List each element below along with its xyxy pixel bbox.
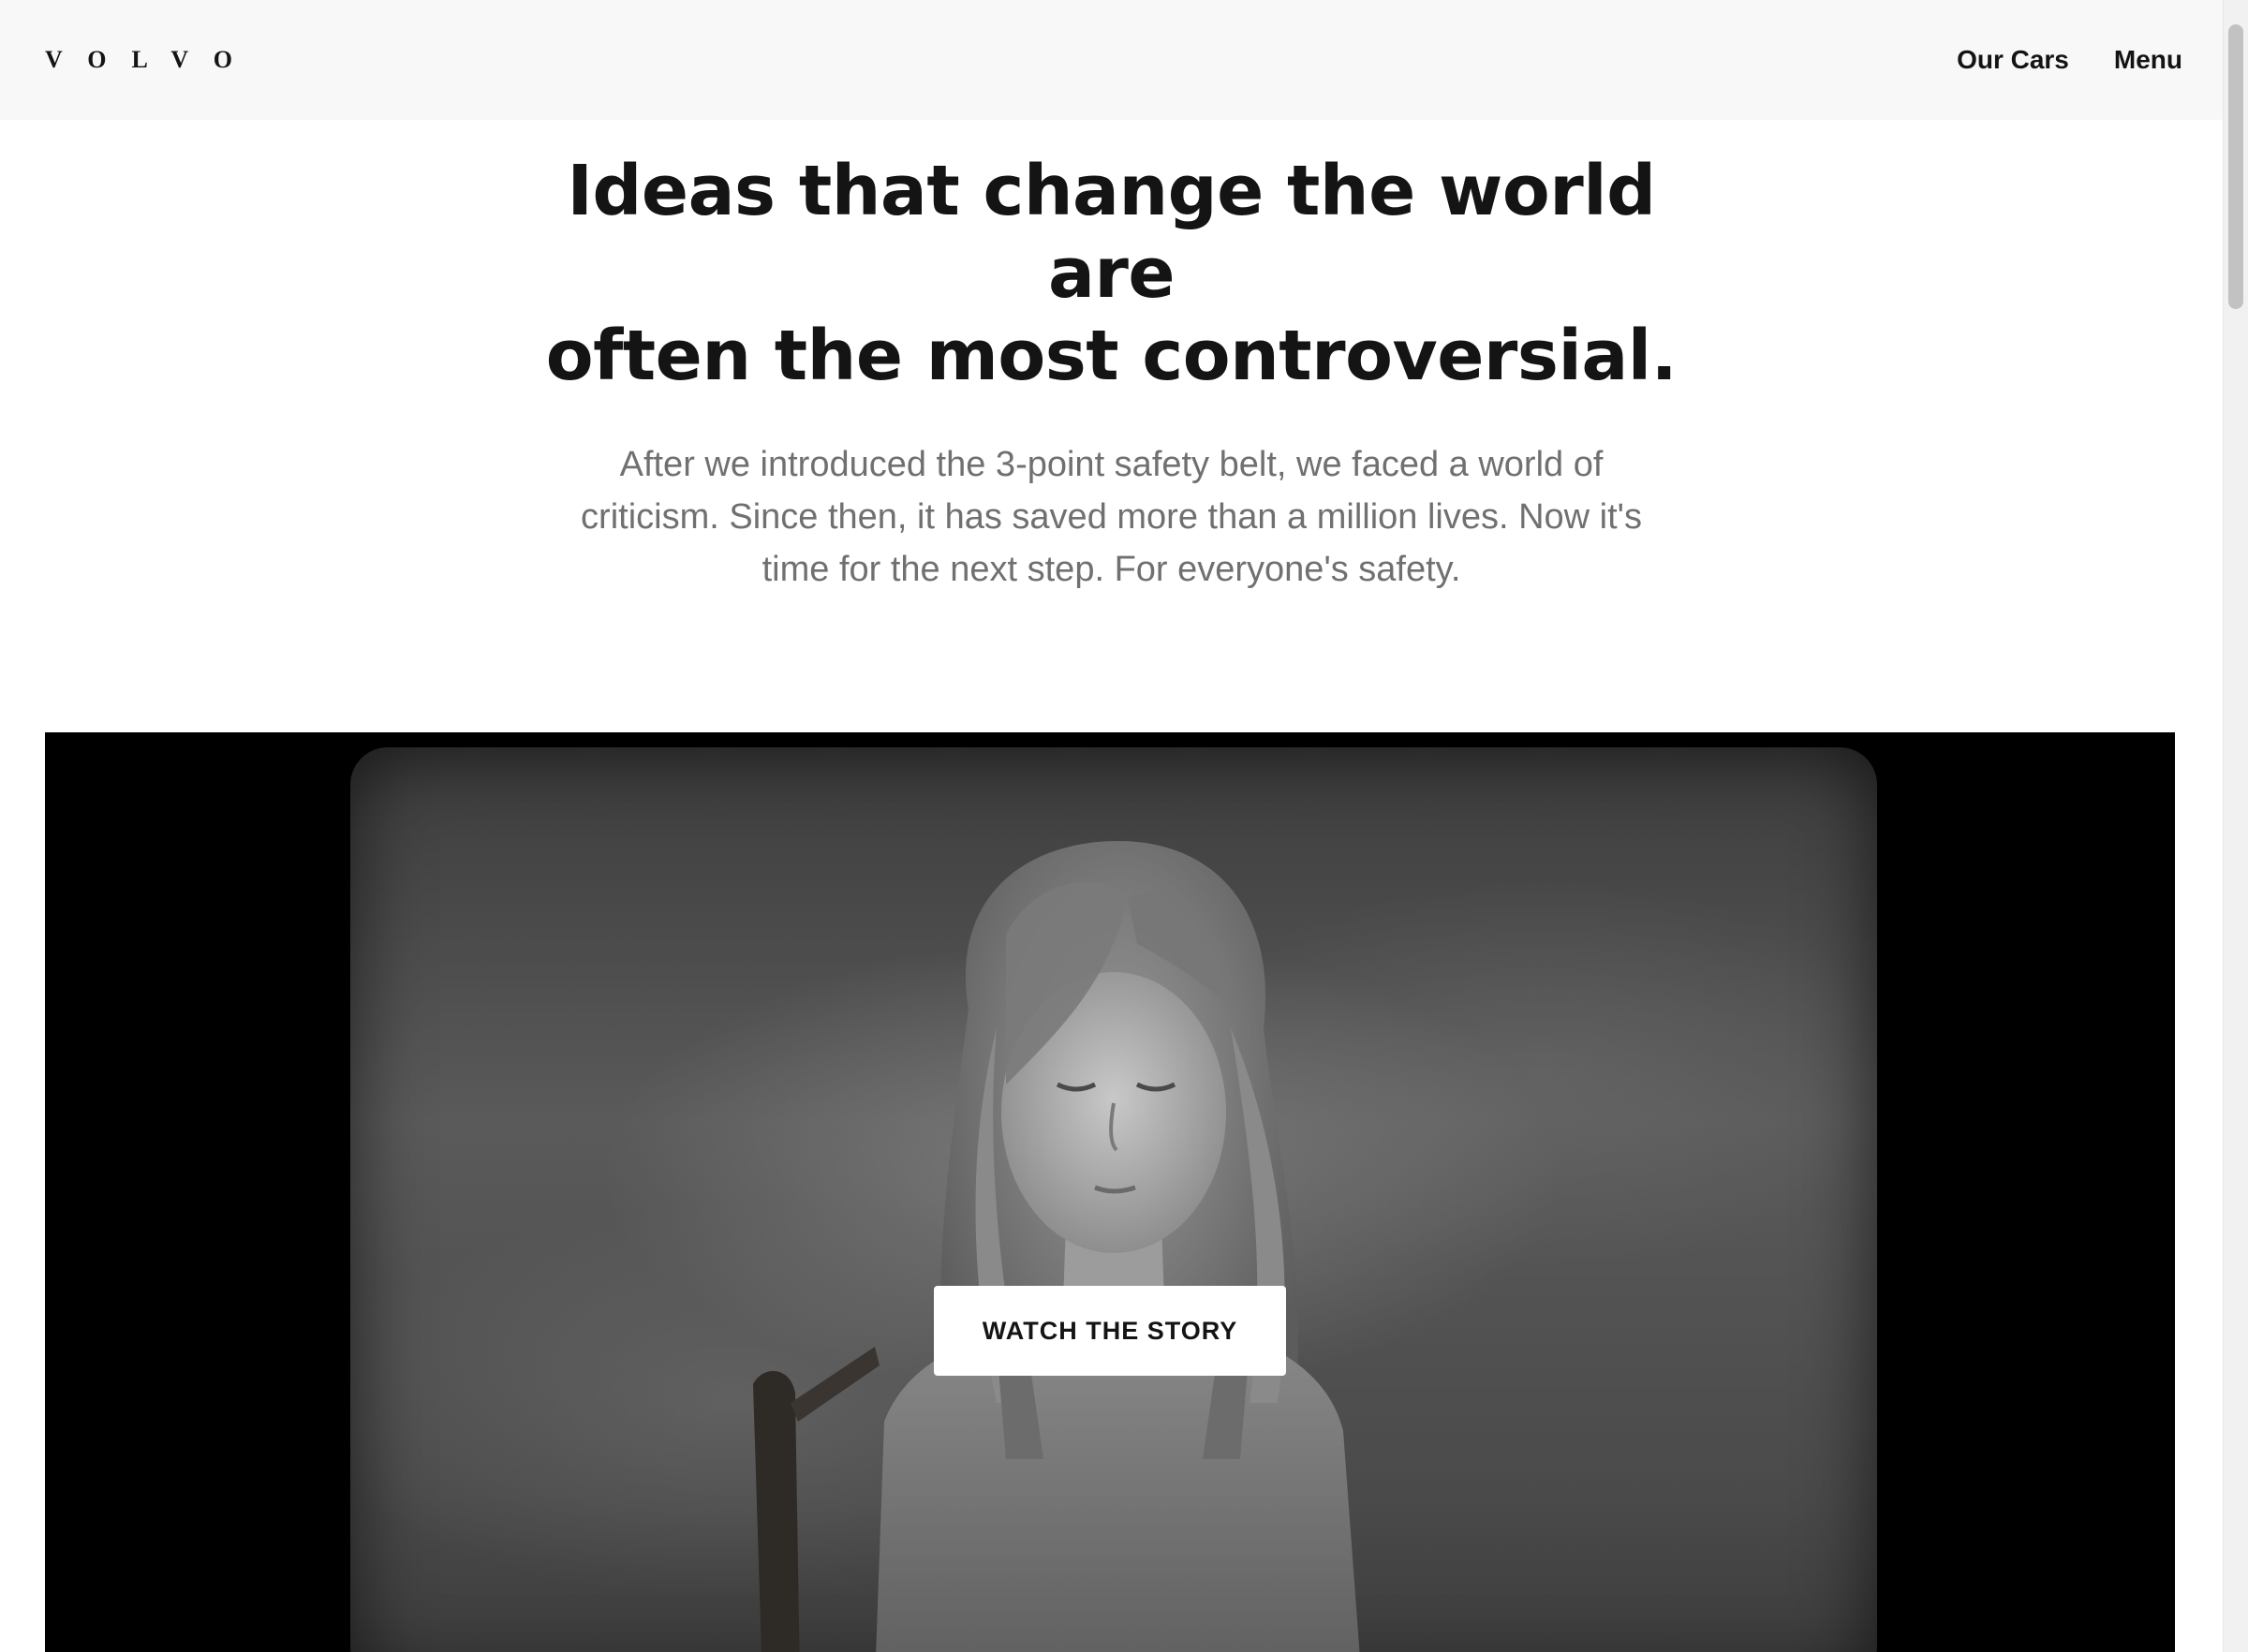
scrollbar-thumb[interactable] xyxy=(2228,24,2243,309)
video-hero[interactable]: WATCH THE STORY xyxy=(45,732,2175,1652)
page: VOLVO Our Cars Menu Ideas that change th… xyxy=(0,0,2248,1652)
site-header: VOLVO Our Cars Menu xyxy=(0,0,2223,120)
intro-paragraph: After we introduced the 3-point safety b… xyxy=(531,438,1693,596)
main-nav: Our Cars Menu xyxy=(1957,41,2182,79)
watch-the-story-button[interactable]: WATCH THE STORY xyxy=(934,1286,1286,1376)
volvo-logo[interactable]: VOLVO xyxy=(45,47,258,73)
headline-line-2: often the most controversial. xyxy=(545,316,1678,396)
nav-menu-button[interactable]: Menu xyxy=(2114,41,2182,79)
lead-line-1: After we introduced the 3-point safety b… xyxy=(619,445,1604,484)
lead-line-3: time for the next step. For everyone's s… xyxy=(762,550,1461,589)
video-frame xyxy=(350,747,1877,1652)
nav-our-cars-link[interactable]: Our Cars xyxy=(1957,41,2069,79)
girl-photo-illustration xyxy=(753,841,1360,1652)
intro-section: Ideas that change the world are often th… xyxy=(0,150,2223,596)
page-scrollbar[interactable] xyxy=(2223,0,2248,1652)
page-headline: Ideas that change the world are often th… xyxy=(522,150,1702,397)
headline-line-1: Ideas that change the world are xyxy=(567,151,1656,314)
lead-line-2: criticism. Since then, it has saved more… xyxy=(581,497,1642,537)
